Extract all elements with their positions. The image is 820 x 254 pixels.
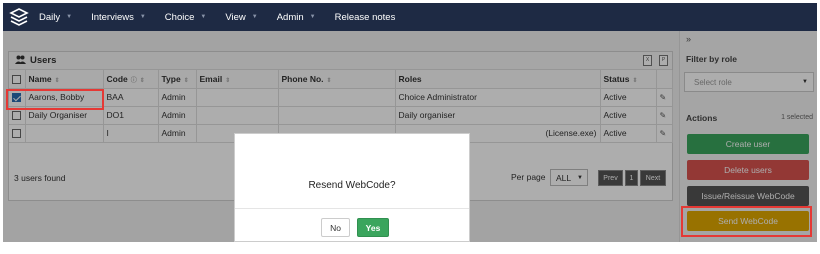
nav-view[interactable]: View ▼ <box>225 12 257 23</box>
caret-down-icon: ▼ <box>251 14 258 20</box>
caret-down-icon: ▼ <box>309 14 316 20</box>
yes-button[interactable]: Yes <box>357 218 389 237</box>
nav-release-notes[interactable]: Release notes <box>335 12 396 23</box>
no-button[interactable]: No <box>321 218 350 237</box>
nav-interviews[interactable]: Interviews ▼ <box>91 12 146 23</box>
caret-down-icon: ▼ <box>200 14 207 20</box>
resend-webcode-dialog: Resend WebCode? No Yes <box>234 133 470 242</box>
nav-daily[interactable]: Daily ▼ <box>39 12 72 23</box>
nav-choice[interactable]: Choice ▼ <box>165 12 207 23</box>
dialog-message: Resend WebCode? <box>308 180 396 191</box>
highlight-selected-row <box>6 89 104 110</box>
nav-admin[interactable]: Admin ▼ <box>277 12 316 23</box>
dialog-footer: No Yes <box>235 208 469 242</box>
highlight-send-webcode <box>681 206 812 237</box>
app-logo-icon[interactable] <box>7 5 31 29</box>
caret-down-icon: ▼ <box>139 14 146 20</box>
top-nav: Daily ▼ Interviews ▼ Choice ▼ View ▼ Admin ▼ … <box>3 3 817 31</box>
caret-down-icon: ▼ <box>66 14 73 20</box>
